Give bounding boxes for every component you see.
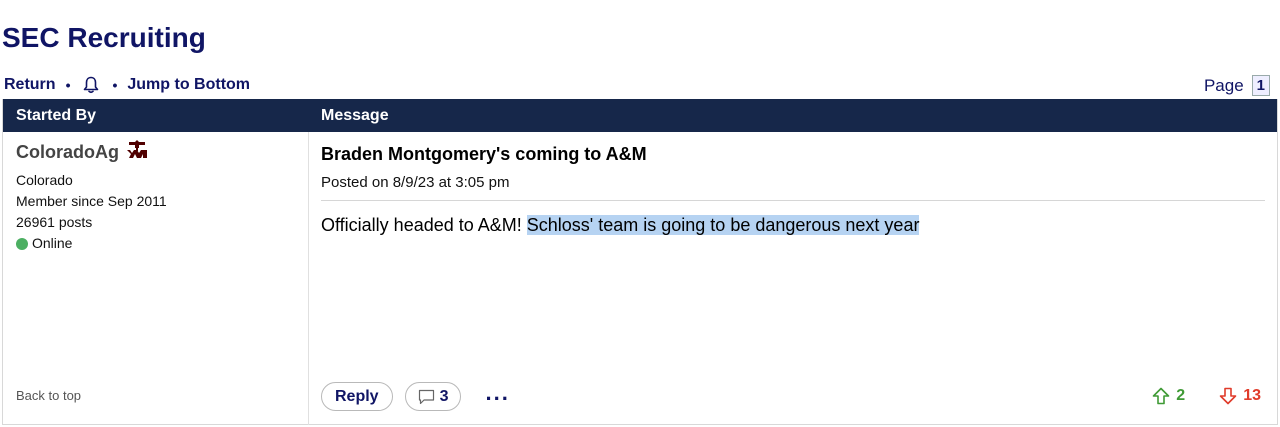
replies-count-button[interactable]: 3 <box>404 382 462 411</box>
author-member-since: Member since Sep 2011 <box>16 193 167 209</box>
column-header-message: Message <box>321 107 389 124</box>
post-timestamp: Posted on 8/9/23 at 3:05 pm <box>321 174 1265 201</box>
pagination: Page 1 <box>1204 75 1270 96</box>
separator-dot: • <box>65 77 71 93</box>
author-name-row: ColoradoAg <box>16 139 308 164</box>
thread-toolbar: Return • • Jump to Bottom <box>4 74 250 96</box>
message-panel: Braden Montgomery's coming to A&M Posted… <box>309 132 1277 425</box>
arrow-down-icon <box>1219 387 1237 405</box>
post-body: Officially headed to A&M! Schloss' team … <box>321 215 1265 236</box>
thread-table-header: Started By Message <box>3 99 1277 132</box>
upvote-button[interactable]: 2 <box>1152 387 1185 405</box>
author-post-count: 26961 posts <box>16 214 93 230</box>
author-username[interactable]: ColoradoAg <box>16 142 119 163</box>
separator-dot: • <box>112 77 118 93</box>
author-meta: Colorado Member since Sep 2011 26961 pos… <box>16 170 308 254</box>
replies-count: 3 <box>439 387 449 405</box>
downvote-button[interactable]: 13 <box>1219 387 1261 405</box>
vote-controls: 2 13 <box>1152 387 1261 405</box>
post-title: Braden Montgomery's coming to A&M <box>321 144 647 164</box>
author-location: Colorado <box>16 172 73 188</box>
page-label: Page <box>1203 75 1244 95</box>
texas-am-logo <box>125 139 149 164</box>
bell-icon[interactable] <box>80 74 102 96</box>
downvote-count: 13 <box>1243 387 1261 404</box>
online-status-label: Online <box>32 235 73 251</box>
post-body-text: Officially headed to A&M! <box>321 215 527 235</box>
upvote-count: 2 <box>1176 387 1186 404</box>
author-panel: ColoradoAg Colorado Member since Sep 201… <box>3 132 309 425</box>
arrow-up-icon <box>1152 387 1170 405</box>
post-actions: Reply 3 ... <box>321 381 510 411</box>
post-body-highlighted-text: Schloss' team is going to be dangerous n… <box>526 215 920 235</box>
thread-table: Started By Message ColoradoAg Colorado M… <box>2 99 1278 425</box>
return-link[interactable]: Return <box>4 76 56 94</box>
page-title: SEC Recruiting <box>2 22 206 53</box>
comment-icon <box>418 389 434 404</box>
page-number-current[interactable]: 1 <box>1251 75 1270 96</box>
column-header-started-by: Started By <box>16 107 97 124</box>
online-dot-icon <box>16 237 28 250</box>
online-status: Online <box>16 233 308 254</box>
back-to-top-link[interactable]: Back to top <box>16 388 81 403</box>
jump-to-bottom-link[interactable]: Jump to Bottom <box>127 76 250 94</box>
post-row: ColoradoAg Colorado Member since Sep 201… <box>3 132 1277 425</box>
reply-button[interactable]: Reply <box>321 382 393 411</box>
more-options-button[interactable]: ... <box>485 381 509 406</box>
